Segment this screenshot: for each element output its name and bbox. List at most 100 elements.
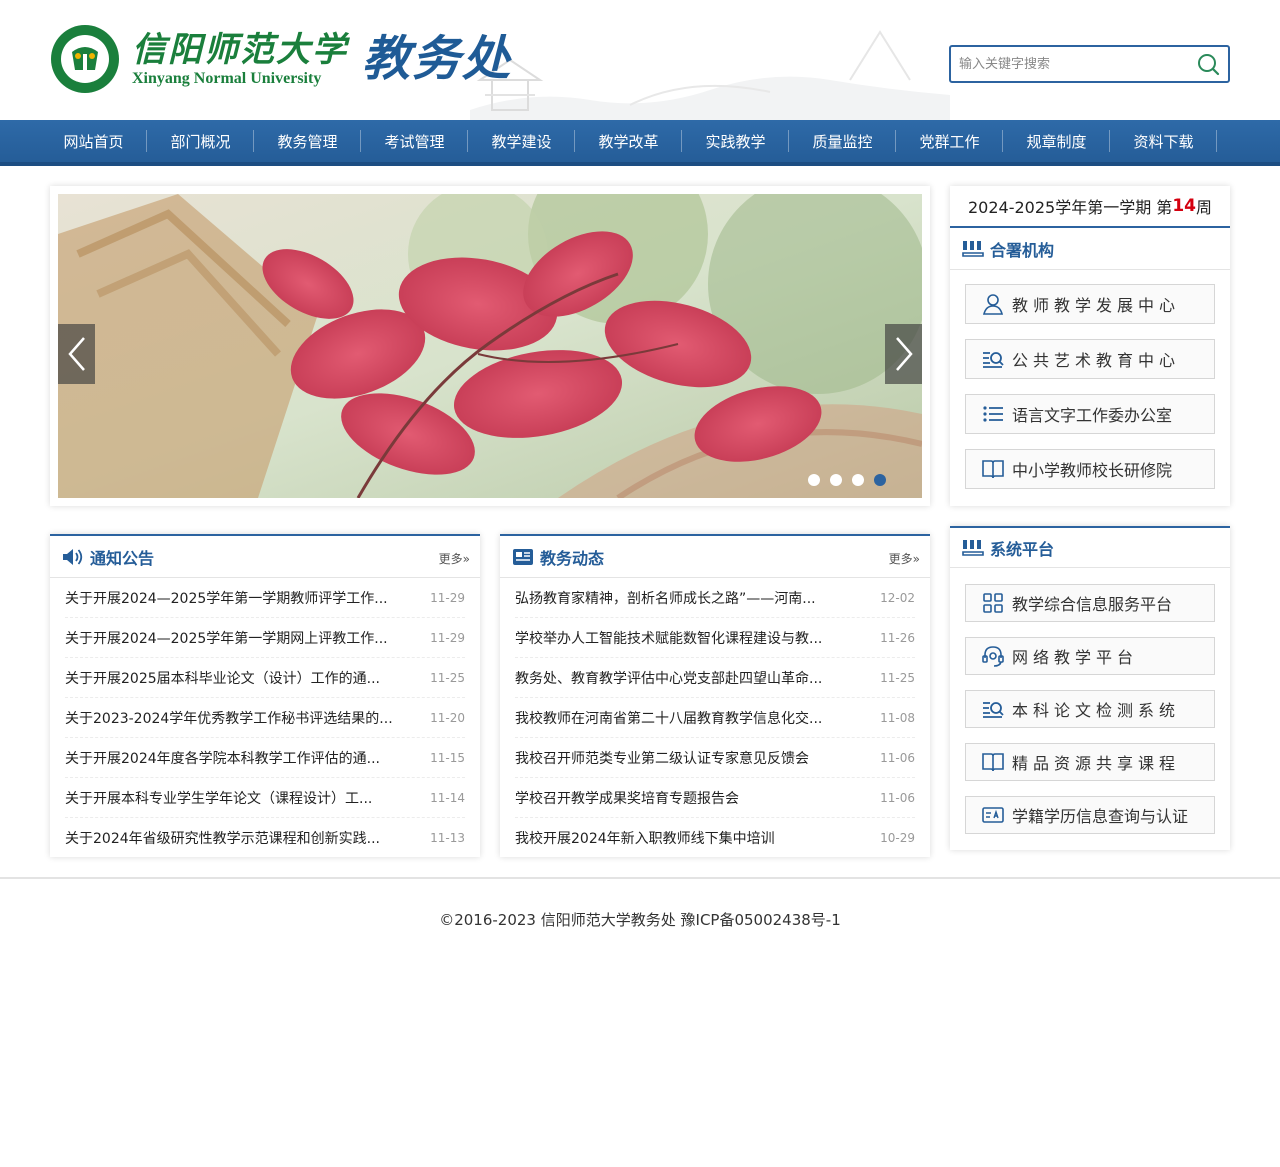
- news-title: 我校召开师范类专业第二级认证专家意见反馈会: [515, 750, 809, 767]
- search-input[interactable]: [959, 49, 1196, 79]
- nav-item-downloads[interactable]: 资料下载: [1110, 120, 1217, 162]
- nav-item-regulations[interactable]: 规章制度: [1003, 120, 1110, 162]
- list-item[interactable]: 教务处、教育教学评估中心党支部赴四望山革命... 11-25: [515, 658, 915, 698]
- list-item[interactable]: 学校举办人工智能技术赋能数智化课程建设与教... 11-26: [515, 618, 915, 658]
- site-logo[interactable]: 信阳师范大学 Xinyang Normal University 教务处: [50, 24, 512, 94]
- university-seal-icon: [51, 25, 119, 93]
- list-item[interactable]: 关于开展2024—2025学年第一学期网上评教工作... 11-29: [65, 618, 465, 658]
- org-teacher-principal-institute[interactable]: 中小学教师校长研修院: [965, 449, 1215, 489]
- headset-icon: [982, 646, 1004, 667]
- news-title: 教务处、教育教学评估中心党支部赴四望山革命...: [515, 670, 823, 687]
- nav-item-academic-management[interactable]: 教务管理: [254, 120, 361, 162]
- nav-item-teaching-construction[interactable]: 教学建设: [468, 120, 575, 162]
- week-indicator: 2024-2025学年第一学期 第 14 周: [950, 186, 1230, 228]
- news-date: 11-13: [430, 831, 465, 845]
- section-bars-icon: [962, 240, 984, 257]
- list-item[interactable]: 弘扬教育家精神，剖析名师成长之路”——河南... 12-02: [515, 578, 915, 618]
- list-item[interactable]: 我校教师在河南省第二十八届教育教学信息化交... 11-08: [515, 698, 915, 738]
- platform-label: 本科论文检测系统: [1012, 701, 1181, 720]
- news-date: 12-02: [880, 590, 915, 605]
- slider-next-button[interactable]: [885, 324, 922, 384]
- nav-item-exam-management[interactable]: 考试管理: [361, 120, 468, 162]
- platform-thesis-check[interactable]: 本科论文检测系统: [965, 690, 1215, 728]
- footer-divider: [0, 877, 1280, 879]
- slider-dot-2[interactable]: [830, 474, 842, 486]
- platforms-card: 系统平台 教学综合信息服务平台 网络教学平台 本科论文检测系统 精品资源共享课程…: [950, 526, 1230, 850]
- list-search-icon: [983, 702, 1004, 718]
- news-title: 关于2024年省级研究性教学示范课程和创新实践...: [65, 831, 380, 847]
- slider-prev-button[interactable]: [58, 324, 95, 384]
- academic-news-panel: 教务动态 更多» 弘扬教育家精神，剖析名师成长之路”——河南... 12-02 学…: [500, 534, 930, 857]
- news-date: 10-29: [880, 831, 915, 845]
- list-icon: [983, 406, 1003, 422]
- org-public-art-education[interactable]: 公共艺术教育中心: [965, 339, 1215, 379]
- academic-news-more-link[interactable]: 更多»: [889, 550, 920, 567]
- platform-quality-courses[interactable]: 精品资源共享课程: [965, 743, 1215, 781]
- news-date: 11-06: [880, 750, 915, 765]
- department-name: 教务处: [362, 31, 513, 87]
- news-date: 11-20: [430, 710, 465, 725]
- news-title: 弘扬教育家精神，剖析名师成长之路”——河南...: [515, 590, 816, 607]
- week-suffix: 周: [1195, 198, 1212, 217]
- news-title: 关于开展2024年度各学院本科教学工作评估的通...: [65, 750, 380, 767]
- chevron-right-icon: [895, 337, 913, 371]
- list-item[interactable]: 关于2024年省级研究性教学示范课程和创新实践... 11-13: [65, 818, 465, 858]
- platform-online-teaching[interactable]: 网络教学平台: [965, 637, 1215, 675]
- academic-news-header: 教务动态 更多»: [500, 536, 930, 578]
- platforms-title: 系统平台: [990, 539, 1055, 559]
- notices-list: 关于开展2024—2025学年第一学期教师评学工作... 11-29 关于开展20…: [50, 578, 480, 858]
- list-item[interactable]: 关于2023-2024学年优秀教学工作秘书评选结果的... 11-20: [65, 698, 465, 738]
- list-item[interactable]: 关于开展2024年度各学院本科教学工作评估的通... 11-15: [65, 738, 465, 778]
- id-card-icon: [982, 807, 1004, 823]
- notices-header: 通知公告 更多»: [50, 536, 480, 578]
- nav-item-party-work[interactable]: 党群工作: [896, 120, 1003, 162]
- university-name-en: Xinyang Normal University: [132, 70, 322, 87]
- platform-student-status-query[interactable]: 学籍学历信息查询与认证: [965, 796, 1215, 834]
- book-icon: [982, 753, 1004, 772]
- platform-label: 网络教学平台: [1012, 648, 1139, 667]
- news-date: 11-15: [430, 750, 465, 765]
- list-item[interactable]: 关于开展本科专业学生学年论文（课程设计）工... 11-14: [65, 778, 465, 818]
- list-item[interactable]: 我校召开师范类专业第二级认证专家意见反馈会 11-06: [515, 738, 915, 778]
- org-language-committee[interactable]: 语言文字工作委办公室: [965, 394, 1215, 434]
- orgs-card: 2024-2025学年第一学期 第 14 周 合署机构 教师教学发展中心 公共艺术教…: [950, 186, 1230, 506]
- nav-item-teaching-reform[interactable]: 教学改革: [575, 120, 682, 162]
- news-title: 学校举办人工智能技术赋能数智化课程建设与教...: [515, 630, 823, 647]
- search-icon[interactable]: [1196, 52, 1220, 76]
- news-date: 11-06: [880, 790, 915, 805]
- org-label: 教师教学发展中心: [1012, 296, 1181, 315]
- slider-dot-1[interactable]: [808, 474, 820, 486]
- slider-dot-4[interactable]: [874, 474, 886, 486]
- news-title: 关于开展本科专业学生学年论文（课程设计）工...: [65, 790, 373, 807]
- slide-image[interactable]: [58, 194, 922, 498]
- newspaper-icon: [513, 548, 533, 565]
- news-title: 关于开展2024—2025学年第一学期网上评教工作...: [65, 630, 388, 647]
- list-item[interactable]: 我校开展2024年新入职教师线下集中培训 10-29: [515, 818, 915, 858]
- org-label: 语言文字工作委办公室: [1012, 406, 1173, 425]
- nav-item-home[interactable]: 网站首页: [40, 120, 147, 162]
- platform-teaching-info-service[interactable]: 教学综合信息服务平台: [965, 584, 1215, 622]
- nav-item-quality-monitoring[interactable]: 质量监控: [789, 120, 896, 162]
- news-date: 11-14: [430, 790, 465, 805]
- chevron-left-icon: [67, 337, 85, 371]
- news-date: 11-29: [430, 630, 465, 645]
- list-search-icon: [983, 352, 1004, 368]
- news-title: 关于开展2024—2025学年第一学期教师评学工作...: [65, 590, 388, 607]
- slider-dot-3[interactable]: [852, 474, 864, 486]
- list-item[interactable]: 关于开展2025届本科毕业论文（设计）工作的通... 11-25: [65, 658, 465, 698]
- pavilion-background-icon: [470, 30, 950, 120]
- user-icon: [982, 294, 1004, 315]
- grid-icon: [983, 593, 1003, 613]
- org-teacher-development[interactable]: 教师教学发展中心: [965, 284, 1215, 324]
- university-name-cn: 信阳师范大学: [132, 30, 348, 70]
- nav-item-overview[interactable]: 部门概况: [147, 120, 254, 162]
- news-title: 学校召开教学成果奖培育专题报告会: [515, 790, 739, 807]
- week-prefix: 2024-2025学年第一学期 第: [968, 198, 1173, 217]
- list-item[interactable]: 关于开展2024—2025学年第一学期教师评学工作... 11-29: [65, 578, 465, 618]
- notices-more-link[interactable]: 更多»: [439, 550, 470, 567]
- news-date: 11-25: [430, 670, 465, 685]
- notices-panel: 通知公告 更多» 关于开展2024—2025学年第一学期教师评学工作... 11-…: [50, 534, 480, 857]
- nav-item-practice-teaching[interactable]: 实践教学: [682, 120, 789, 162]
- list-item[interactable]: 学校召开教学成果奖培育专题报告会 11-06: [515, 778, 915, 818]
- news-title: 关于开展2025届本科毕业论文（设计）工作的通...: [65, 670, 380, 687]
